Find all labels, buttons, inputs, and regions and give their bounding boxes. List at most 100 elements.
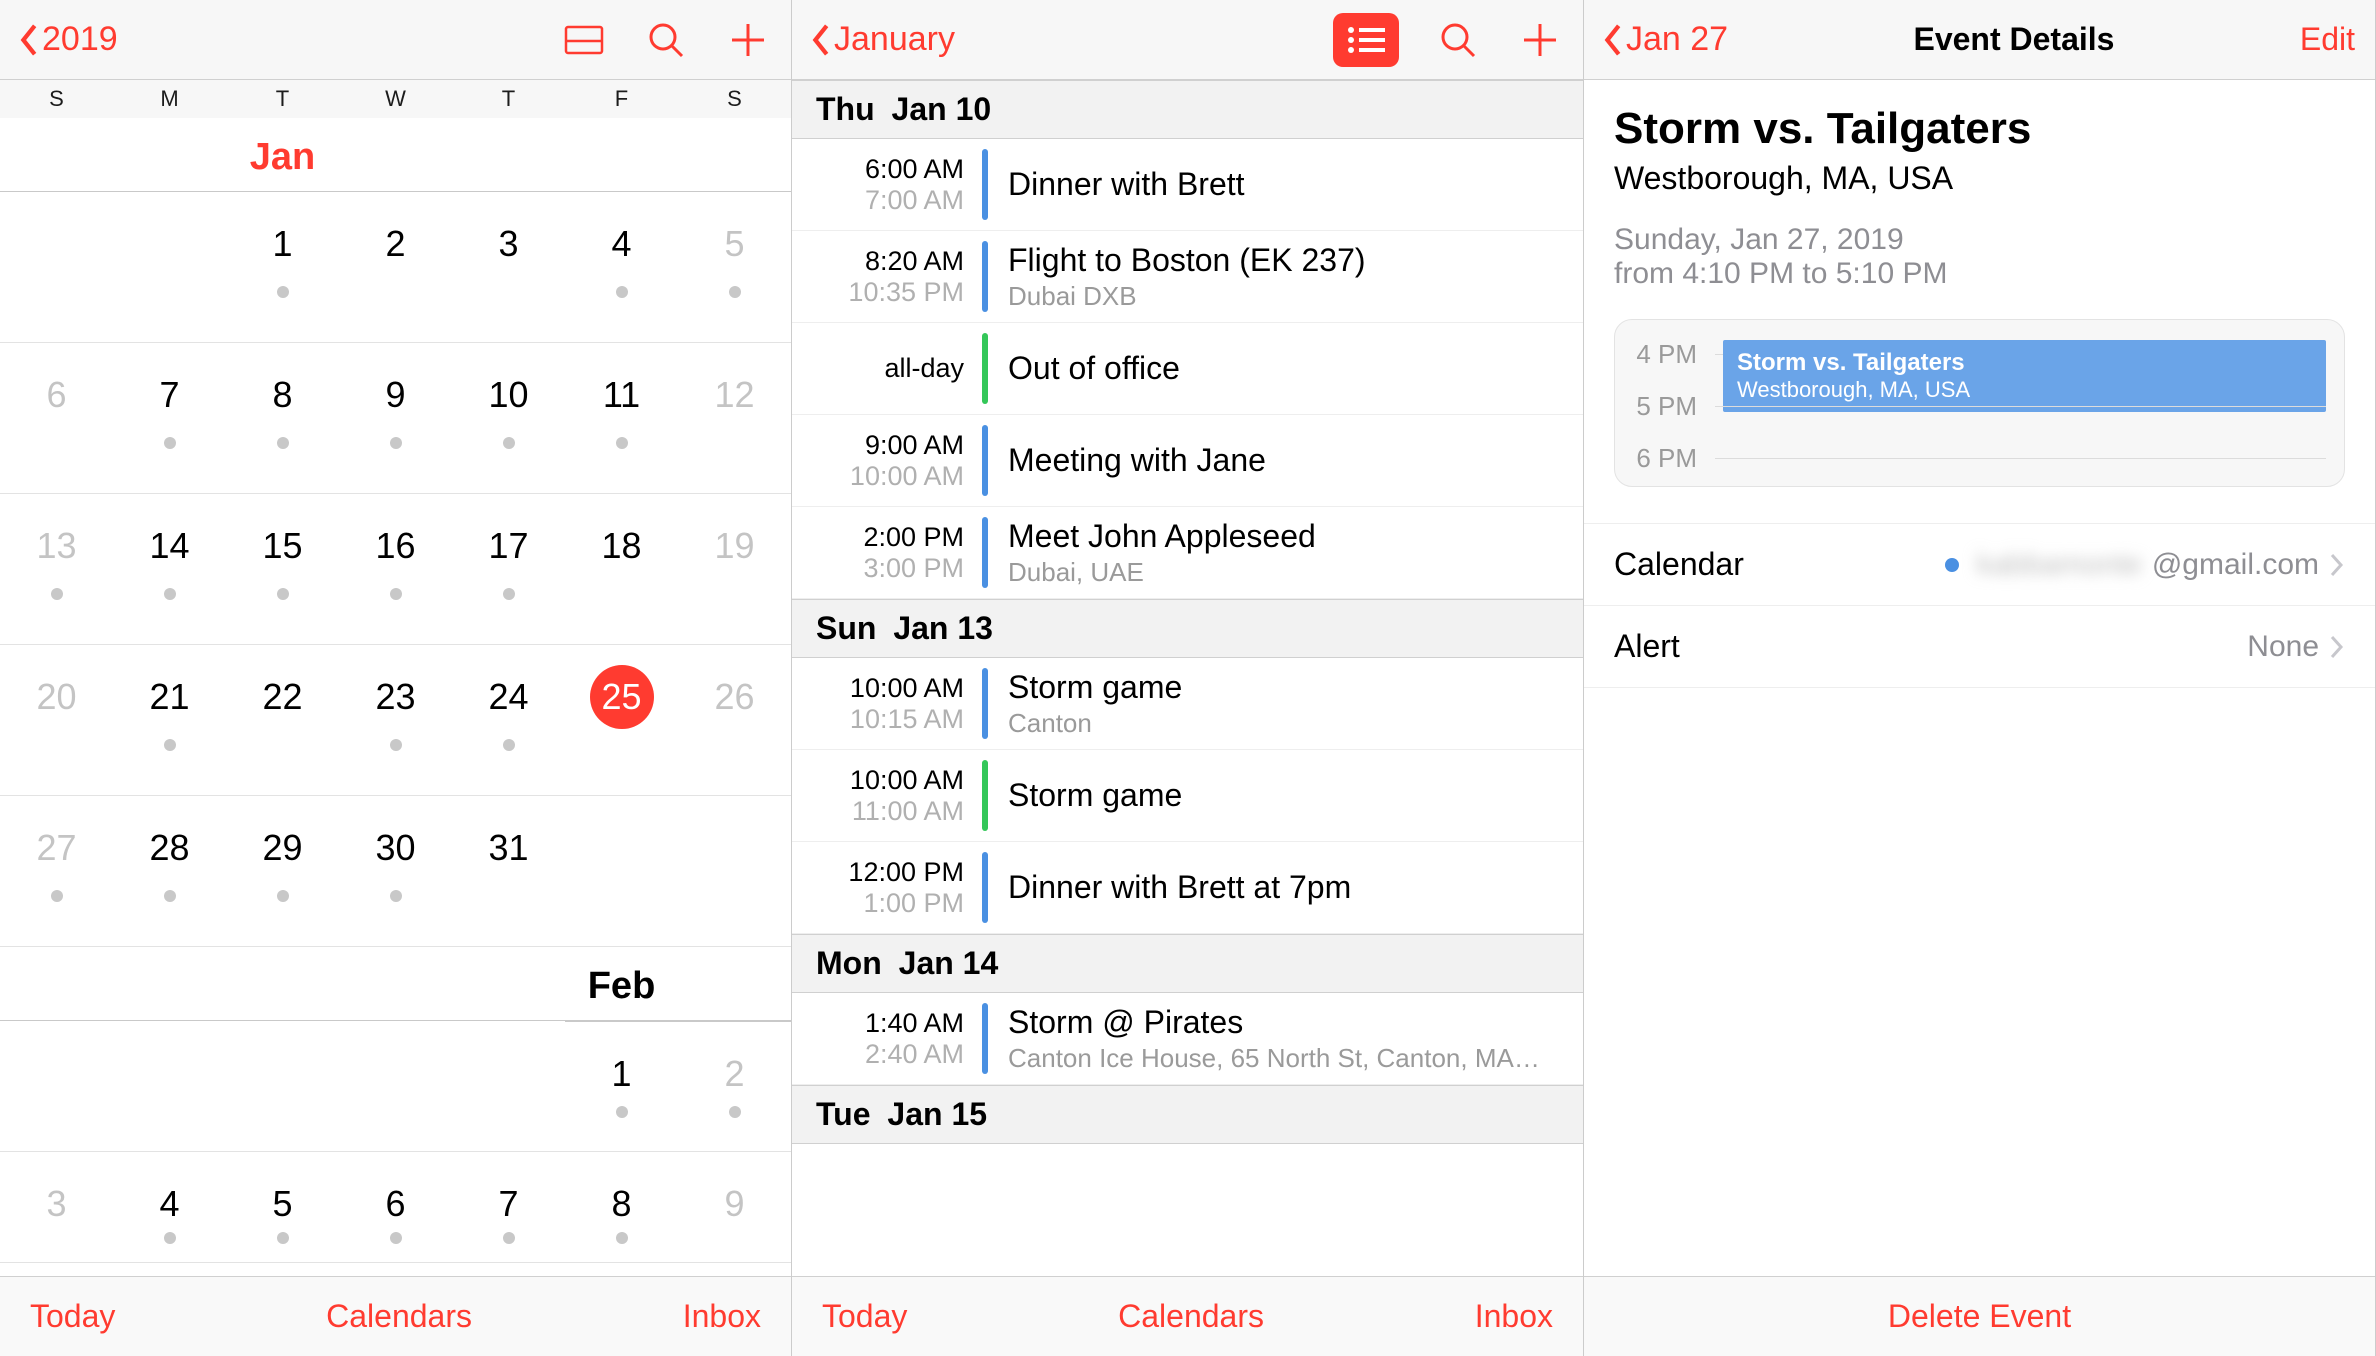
search-icon — [646, 20, 686, 60]
day-number: 9 — [364, 363, 428, 427]
detail-toolbar: Delete Event — [1584, 1276, 2375, 1356]
add-event-button[interactable] — [725, 17, 771, 63]
event-text-column: Flight to Boston (EK 237)Dubai DXB — [1008, 241, 1583, 312]
agenda-event-row[interactable]: 2:00 PM3:00 PMMeet John AppleseedDubai, … — [792, 507, 1583, 599]
weekday-label: S — [678, 86, 791, 112]
event-indicator-dot — [390, 739, 402, 751]
back-to-day-button[interactable]: Jan 27 — [1604, 20, 1728, 59]
day-cell[interactable]: 28 — [113, 796, 226, 946]
search-button[interactable] — [643, 17, 689, 63]
agenda-event-row[interactable]: 8:20 AM10:35 PMFlight to Boston (EK 237)… — [792, 231, 1583, 323]
calendar-color-dot — [1945, 558, 1959, 572]
day-cell[interactable]: 14 — [113, 494, 226, 644]
today-button[interactable]: Today — [30, 1298, 115, 1335]
day-cell[interactable]: 13 — [0, 494, 113, 644]
day-cell[interactable]: 9 — [678, 1152, 791, 1262]
day-number: 19 — [703, 514, 767, 578]
day-cell[interactable]: 22 — [226, 645, 339, 795]
day-cell[interactable]: 26 — [678, 645, 791, 795]
inbox-button[interactable]: Inbox — [683, 1298, 761, 1335]
agenda-event-row[interactable]: 10:00 AM11:00 AMStorm game — [792, 750, 1583, 842]
event-indicator-dot — [729, 286, 741, 298]
day-cell[interactable]: 5 — [226, 1152, 339, 1262]
day-number: 20 — [25, 665, 89, 729]
agenda-event-row[interactable]: 6:00 AM7:00 AMDinner with Brett — [792, 139, 1583, 231]
day-cell[interactable]: 19 — [678, 494, 791, 644]
day-cell[interactable]: 9 — [339, 343, 452, 493]
alert-row[interactable]: Alert None — [1584, 606, 2375, 688]
agenda-day-header: Thu Jan 10 — [792, 80, 1583, 139]
event-indicator-dot — [164, 739, 176, 751]
day-cell[interactable]: 4 — [565, 192, 678, 342]
agenda-event-row[interactable]: all-dayOut of office — [792, 323, 1583, 415]
event-text-column: Meeting with Jane — [1008, 425, 1583, 496]
day-cell[interactable]: 25 — [565, 645, 678, 795]
day-cell[interactable]: 8 — [226, 343, 339, 493]
day-cell[interactable]: 18 — [565, 494, 678, 644]
calendars-button[interactable]: Calendars — [326, 1298, 472, 1335]
day-cell[interactable]: 6 — [0, 343, 113, 493]
add-event-button[interactable] — [1517, 17, 1563, 63]
calendar-color-bar — [982, 852, 988, 923]
back-to-month-button[interactable]: January — [812, 20, 955, 59]
page-title: Event Details — [1913, 21, 2114, 58]
day-cell[interactable]: 3 — [0, 1152, 113, 1262]
back-to-year-button[interactable]: 2019 — [20, 20, 118, 59]
day-cell[interactable]: 6 — [339, 1152, 452, 1262]
day-cell[interactable]: 21 — [113, 645, 226, 795]
event-indicator-dot — [277, 1232, 289, 1244]
day-cell[interactable]: 3 — [452, 192, 565, 342]
event-details-panel: Jan 27 Event Details Edit Storm vs. Tail… — [1584, 0, 2376, 1356]
day-cell[interactable]: 17 — [452, 494, 565, 644]
calendars-button[interactable]: Calendars — [1118, 1298, 1264, 1335]
day-cell[interactable]: 4 — [113, 1152, 226, 1262]
inbox-button[interactable]: Inbox — [1475, 1298, 1553, 1335]
day-cell[interactable]: 1 — [565, 1021, 678, 1151]
agenda-event-row[interactable]: 1:40 AM2:40 AMStorm @ PiratesCanton Ice … — [792, 993, 1583, 1085]
day-cell[interactable]: 20 — [0, 645, 113, 795]
chevron-right-icon — [2329, 634, 2345, 660]
day-cell[interactable]: 7 — [113, 343, 226, 493]
day-cell[interactable]: 2 — [678, 1021, 791, 1151]
day-cell[interactable]: 12 — [678, 343, 791, 493]
today-button[interactable]: Today — [822, 1298, 907, 1335]
day-cell[interactable]: 15 — [226, 494, 339, 644]
agenda-list[interactable]: Thu Jan 106:00 AM7:00 AMDinner with Bret… — [792, 80, 1583, 1276]
day-number: 4 — [590, 212, 654, 276]
search-button[interactable] — [1435, 17, 1481, 63]
day-cell[interactable]: 16 — [339, 494, 452, 644]
day-cell[interactable]: 31 — [452, 796, 565, 946]
edit-button[interactable]: Edit — [2300, 21, 2355, 58]
agenda-event-row[interactable]: 9:00 AM10:00 AMMeeting with Jane — [792, 415, 1583, 507]
agenda-event-row[interactable]: 10:00 AM10:15 AMStorm gameCanton — [792, 658, 1583, 750]
event-text-column: Storm @ PiratesCanton Ice House, 65 Nort… — [1008, 1003, 1583, 1074]
plus-icon — [1520, 20, 1560, 60]
day-cell[interactable]: 11 — [565, 343, 678, 493]
day-cell[interactable]: 2 — [339, 192, 452, 342]
day-cell[interactable]: 1 — [226, 192, 339, 342]
list-toggle-icon — [564, 23, 604, 57]
day-cell[interactable]: 27 — [0, 796, 113, 946]
day-cell[interactable]: 29 — [226, 796, 339, 946]
calendar-color-bar — [982, 1003, 988, 1074]
event-title: Storm vs. Tailgaters — [1614, 104, 2345, 154]
day-cell[interactable]: 30 — [339, 796, 452, 946]
day-number: 9 — [703, 1172, 767, 1236]
day-cell[interactable]: 5 — [678, 192, 791, 342]
event-indicator-dot — [503, 739, 515, 751]
agenda-event-row[interactable]: 12:00 PM1:00 PMDinner with Brett at 7pm — [792, 842, 1583, 934]
day-cell[interactable]: 7 — [452, 1152, 565, 1262]
timeline-hour-label: 6 PM — [1615, 443, 1715, 474]
day-number: 14 — [138, 514, 202, 578]
calendar-color-bar — [982, 425, 988, 496]
list-view-toggle-active[interactable] — [1333, 13, 1399, 67]
delete-event-button[interactable]: Delete Event — [1888, 1298, 2071, 1335]
list-view-toggle[interactable] — [561, 17, 607, 63]
timeline-event-title: Storm vs. Tailgaters — [1737, 349, 2312, 377]
day-cell[interactable]: 23 — [339, 645, 452, 795]
day-cell[interactable]: 10 — [452, 343, 565, 493]
day-cell[interactable]: 24 — [452, 645, 565, 795]
day-cell[interactable]: 8 — [565, 1152, 678, 1262]
calendar-row[interactable]: Calendar kabbamonte@gmail.com — [1584, 523, 2375, 606]
event-indicator-dot — [390, 890, 402, 902]
